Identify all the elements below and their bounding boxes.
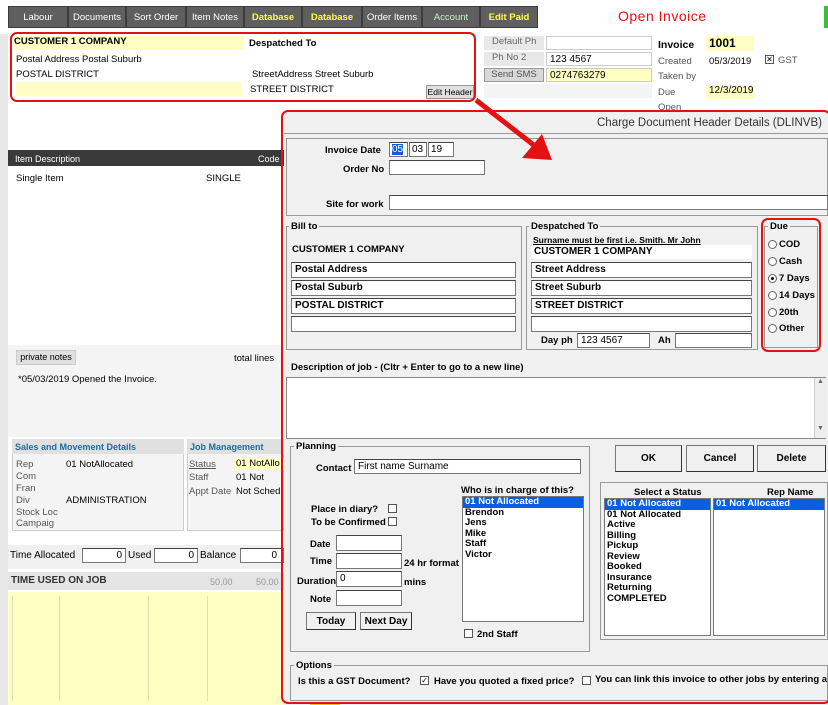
fran-label: Fran	[16, 483, 36, 494]
time-grid-col-2	[148, 596, 208, 701]
rep-value: 01 NotAllocated	[66, 459, 134, 470]
time-grid-col	[12, 596, 60, 701]
item-row-desc[interactable]: Single Item	[16, 173, 64, 184]
created-label: Created	[658, 56, 692, 67]
time-allocated-field[interactable]: 0	[82, 548, 126, 563]
green-edge	[824, 6, 828, 28]
edit-paid-button[interactable]: Edit Paid	[480, 6, 538, 28]
account-button[interactable]: Account	[422, 6, 480, 28]
div-label: Div	[16, 495, 30, 506]
database-button-2[interactable]: Database	[302, 6, 362, 28]
used-field[interactable]: 0	[154, 548, 198, 563]
red-arrow-icon	[474, 98, 552, 160]
balance-label: Balance	[200, 550, 237, 561]
rep-label: Rep	[16, 459, 34, 470]
item-notes-button[interactable]: Item Notes	[186, 6, 244, 28]
com-label: Com	[16, 471, 37, 482]
sms-number-field[interactable]: 0274763279	[546, 68, 652, 82]
time-allocated-label: Time Allocated	[10, 550, 76, 561]
database-button-1[interactable]: Database	[244, 6, 302, 28]
created-date: 05/3/2019	[709, 56, 752, 67]
stock-loc-label: Stock Loc	[16, 507, 58, 518]
due-date: 12/3/2019	[706, 85, 754, 99]
labour-button[interactable]: Labour	[8, 6, 68, 28]
appt-date-label: Appt Date	[189, 486, 232, 497]
header-highlight	[10, 32, 476, 102]
code-header: Code	[258, 154, 280, 164]
default-ph-label: Default Ph	[484, 36, 544, 50]
sort-order-button[interactable]: Sort Order	[126, 6, 186, 28]
time-value-2: 50.00	[256, 577, 279, 587]
job-title: Job Management	[190, 442, 264, 452]
time-value-1: 50.00	[210, 577, 233, 587]
ph-no2-label: Ph No 2	[484, 52, 544, 66]
order-items-button[interactable]: Order Items	[362, 6, 422, 28]
documents-button[interactable]: Documents	[68, 6, 126, 28]
invoice-label: Invoice	[658, 39, 695, 51]
private-notes-button[interactable]: private notes	[16, 350, 76, 365]
div-value: ADMINISTRATION	[66, 495, 147, 506]
ph-no2-field[interactable]: 123 4567	[546, 52, 652, 66]
item-row-code[interactable]: SINGLE	[206, 173, 241, 184]
time-used-title: TIME USED ON JOB	[11, 575, 107, 586]
note-text: *05/03/2019 Opened the Invoice.	[18, 374, 157, 385]
balance-field[interactable]: 0	[240, 548, 284, 563]
item-description-header: Item Description	[15, 154, 81, 164]
gst-label: GST	[778, 55, 798, 66]
gst-checkbox[interactable]: ✕	[765, 55, 774, 64]
used-label: Used	[128, 550, 152, 561]
dialog-highlight	[281, 110, 828, 704]
job-status-value: 01 NotAllo	[234, 458, 284, 470]
campaign-label: Campaig	[16, 518, 55, 529]
job-staff-label: Staff	[189, 472, 209, 483]
invoice-status: Open Invoice	[618, 8, 707, 24]
job-staff-value: 01 Not	[236, 472, 264, 483]
due-label: Due	[658, 87, 676, 98]
total-lines-label: total lines	[234, 353, 275, 364]
taken-by-label: Taken by	[658, 71, 697, 82]
appt-date-value: Not Sched	[236, 486, 281, 497]
invoice-number: 1001	[706, 36, 754, 51]
left-edge	[0, 34, 8, 705]
default-ph-field[interactable]	[546, 36, 652, 50]
job-status-label[interactable]: Status	[189, 459, 216, 470]
send-sms-button[interactable]: Send SMS	[484, 68, 544, 82]
sales-title: Sales and Movement Details	[15, 442, 137, 452]
